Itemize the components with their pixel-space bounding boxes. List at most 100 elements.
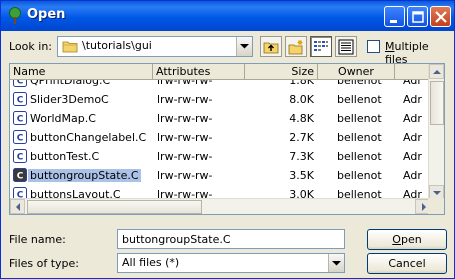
file-attributes: lrw-rw-rw- bbox=[157, 150, 213, 163]
file-extra: Adr bbox=[403, 112, 422, 125]
svg-text:C: C bbox=[17, 172, 24, 182]
c-source-file-icon: C bbox=[13, 80, 27, 87]
file-row[interactable]: C QPrintDialog.C lrw-rw-rw- 1.8K bellenot Adr bbox=[10, 80, 430, 90]
file-owner: bellenot bbox=[337, 80, 382, 87]
folder-icon bbox=[62, 41, 78, 53]
svg-text:C: C bbox=[17, 80, 24, 87]
file-extra: Adr bbox=[403, 169, 422, 182]
vertical-scroll-thumb[interactable] bbox=[430, 81, 444, 125]
new-folder-icon bbox=[288, 40, 303, 55]
file-extra: Adr bbox=[403, 150, 422, 163]
file-attributes: lrw-rw-rw- bbox=[157, 169, 213, 182]
file-name: QPrintDialog.C bbox=[30, 80, 111, 87]
file-attributes: lrw-rw-rw- bbox=[157, 112, 213, 125]
maximize-button[interactable] bbox=[407, 6, 428, 27]
c-source-file-icon: C bbox=[13, 111, 27, 125]
close-icon bbox=[435, 11, 447, 23]
lookin-value: \tutorials\gui bbox=[82, 39, 152, 52]
column-header-owner[interactable]: Owner bbox=[318, 64, 395, 79]
cancel-button[interactable]: Cancel bbox=[367, 253, 447, 274]
file-list[interactable]: Name Attributes Size Owner C QPrintDialog… bbox=[9, 63, 445, 215]
chevron-down-icon bbox=[240, 44, 249, 49]
list-header: Name Attributes Size Owner bbox=[10, 64, 435, 80]
lookin-combobox[interactable]: \tutorials\gui bbox=[57, 36, 253, 57]
scroll-up-button[interactable] bbox=[429, 64, 444, 79]
file-extra: Adr bbox=[403, 93, 422, 106]
title-bar[interactable]: Open bbox=[1, 1, 454, 31]
list-view-button[interactable] bbox=[310, 36, 332, 57]
up-folder-button[interactable] bbox=[260, 36, 282, 57]
file-size: 7.3K bbox=[289, 150, 314, 163]
scroll-corner bbox=[428, 198, 444, 214]
svg-text:C: C bbox=[17, 96, 24, 106]
chevron-down-icon bbox=[433, 191, 441, 195]
list-view-icon bbox=[314, 41, 328, 51]
details-view-button[interactable] bbox=[335, 36, 357, 57]
file-name: buttonTest.C bbox=[30, 150, 100, 163]
file-size: 8.0K bbox=[289, 93, 314, 106]
svg-text:C: C bbox=[17, 115, 24, 125]
file-owner: bellenot bbox=[337, 112, 382, 125]
file-size: 1.8K bbox=[289, 80, 314, 87]
lookin-label: Look in: bbox=[9, 40, 52, 53]
file-owner: bellenot bbox=[337, 150, 382, 163]
c-source-file-icon: C bbox=[13, 168, 27, 182]
vertical-scrollbar[interactable] bbox=[428, 64, 444, 200]
horizontal-scrollbar[interactable] bbox=[10, 198, 430, 214]
column-header-name[interactable]: Name bbox=[10, 64, 153, 79]
file-attributes: lrw-rw-rw- bbox=[157, 80, 213, 87]
file-size: 3.5K bbox=[289, 169, 314, 182]
filetype-label: Files of type: bbox=[9, 257, 80, 270]
filetype-combobox[interactable]: All files (*) bbox=[117, 253, 345, 273]
column-header-attributes[interactable]: Attributes bbox=[153, 64, 245, 79]
window-title: Open bbox=[27, 7, 66, 22]
multiple-files-checkbox[interactable] bbox=[367, 40, 380, 53]
file-extra: Adr bbox=[403, 80, 422, 87]
c-source-file-icon: C bbox=[13, 92, 27, 106]
minimize-button[interactable] bbox=[384, 6, 405, 27]
cancel-button-label: Cancel bbox=[388, 257, 426, 270]
file-row[interactable]: CbuttongroupState.C lrw-rw-rw- 3.5K belleno… bbox=[10, 166, 430, 185]
filename-value: buttongroupState.C bbox=[122, 233, 231, 246]
file-row[interactable]: CbuttonTest.C lrw-rw-rw- 7.3K bellenot Adr bbox=[10, 147, 430, 166]
new-folder-button[interactable] bbox=[285, 36, 307, 57]
file-extra: Adr bbox=[403, 131, 422, 144]
c-source-file-icon: C bbox=[13, 130, 27, 144]
file-name: buttonChangelabel.C bbox=[30, 131, 147, 144]
file-row[interactable]: C WorldMap.C lrw-rw-rw- 4.8K bellenot Adr bbox=[10, 109, 430, 128]
lookin-dropdown-arrow[interactable] bbox=[236, 37, 252, 56]
open-button[interactable]: Open bbox=[367, 229, 447, 250]
scroll-left-button[interactable] bbox=[10, 199, 25, 214]
tree-icon bbox=[9, 7, 21, 24]
file-size: 4.8K bbox=[289, 112, 314, 125]
svg-text:C: C bbox=[17, 134, 24, 144]
horizontal-scroll-thumb[interactable] bbox=[27, 200, 202, 214]
filetype-dropdown-arrow[interactable] bbox=[328, 254, 344, 272]
file-size: 2.7K bbox=[289, 131, 314, 144]
chevron-up-icon bbox=[433, 70, 441, 74]
open-dialog: Open Look in: \tutorials\gui Multiple fi… bbox=[0, 0, 455, 279]
file-name: buttongroupState.C bbox=[28, 169, 141, 182]
details-view-icon bbox=[338, 39, 354, 55]
chevron-down-icon bbox=[332, 261, 341, 266]
file-owner: bellenot bbox=[337, 169, 382, 182]
filetype-value: All files (*) bbox=[122, 256, 180, 269]
file-rows: C QPrintDialog.C lrw-rw-rw- 1.8K bellenot Adr… bbox=[10, 80, 430, 200]
close-button[interactable] bbox=[430, 6, 451, 27]
file-row[interactable]: CbuttonChangelabel.C lrw-rw-rw- 2.7K bellen… bbox=[10, 128, 430, 147]
file-owner: bellenot bbox=[337, 131, 382, 144]
chevron-left-icon bbox=[16, 203, 20, 211]
file-row[interactable]: C Slider3DemoC lrw-rw-rw- 8.0K bellenot Adr bbox=[10, 90, 430, 109]
filename-label: File name: bbox=[9, 233, 66, 246]
maximize-icon bbox=[412, 11, 424, 23]
svg-text:C: C bbox=[17, 153, 24, 163]
file-name: Slider3DemoC bbox=[30, 93, 109, 106]
file-attributes: lrw-rw-rw- bbox=[157, 93, 213, 106]
column-header-size[interactable]: Size bbox=[245, 64, 318, 79]
filename-input[interactable]: buttongroupState.C bbox=[117, 229, 345, 249]
file-attributes: lrw-rw-rw- bbox=[157, 131, 213, 144]
file-owner: bellenot bbox=[337, 93, 382, 106]
open-button-label: Open bbox=[392, 233, 422, 246]
file-name: WorldMap.C bbox=[30, 112, 96, 125]
up-folder-icon bbox=[263, 42, 279, 54]
